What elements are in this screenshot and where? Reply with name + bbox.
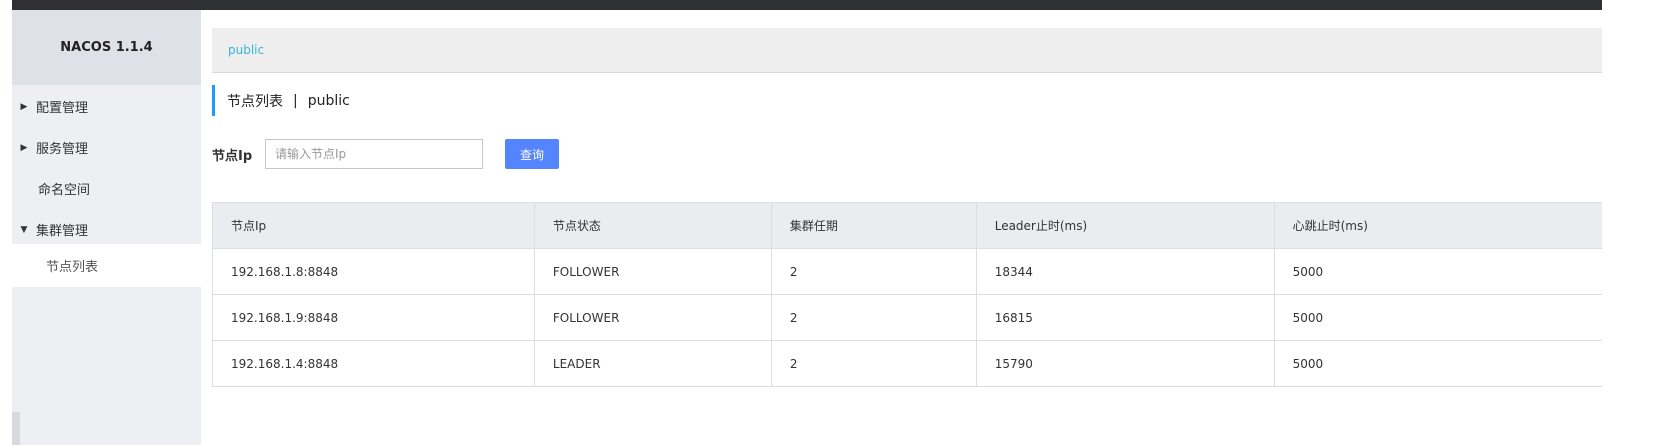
cell-node-ip: 192.168.1.8:8848 (212, 248, 535, 295)
cell-node-state: LEADER (534, 340, 772, 387)
caret-right-icon: ▶ (20, 101, 28, 112)
sidebar-item-label: 服务管理 (36, 142, 89, 157)
node-ip-label: 节点Ip (212, 148, 253, 164)
sidebar: NACOS 1.1.4 ▶ 配置管理 ▶ 服务管理 命名空间 ▼ 集群管理 节点… (12, 10, 201, 445)
table-row: 192.168.1.4:8848 LEADER 2 15790 5000 (212, 340, 1602, 387)
table-row: 192.168.1.9:8848 FOLLOWER 2 16815 5000 (212, 294, 1602, 341)
page-title-namespace: public (307, 92, 350, 109)
brand-logo: NACOS 1.1.4 (12, 10, 201, 85)
column-header-heartbeat-due: 心跳止时(ms) (1274, 202, 1602, 249)
cell-heartbeat-due: 5000 (1274, 294, 1602, 341)
page-title: 节点列表 | public (212, 85, 350, 116)
column-header-leader-due: Leader止时(ms) (976, 202, 1275, 249)
sidebar-collapse-handle[interactable] (12, 412, 20, 445)
column-header-cluster-term: 集群任期 (771, 202, 977, 249)
sidebar-item-config-management[interactable]: ▶ 配置管理 (12, 85, 201, 128)
node-table: 节点Ip 节点状态 集群任期 Leader止时(ms) 心跳止时(ms) 192… (212, 202, 1602, 387)
cell-heartbeat-due: 5000 (1274, 248, 1602, 295)
sidebar-item-label: 命名空间 (38, 183, 91, 198)
sidebar-item-label: 节点列表 (46, 260, 99, 275)
page-title-text: 节点列表 (227, 93, 283, 110)
table-header-row: 节点Ip 节点状态 集群任期 Leader止时(ms) 心跳止时(ms) (212, 202, 1602, 249)
cell-cluster-term: 2 (771, 248, 977, 295)
cell-cluster-term: 2 (771, 294, 977, 341)
cell-node-ip: 192.168.1.4:8848 (212, 340, 535, 387)
column-header-node-state: 节点状态 (534, 202, 772, 249)
main-content: public 节点列表 | public 节点Ip 查询 节点Ip 节点状态 集… (212, 0, 1602, 445)
breadcrumb: public (212, 28, 1602, 73)
sidebar-item-service-management[interactable]: ▶ 服务管理 (12, 126, 201, 169)
cell-node-state: FOLLOWER (534, 294, 772, 341)
sidebar-item-namespace[interactable]: 命名空间 (12, 167, 201, 210)
cell-node-ip: 192.168.1.9:8848 (212, 294, 535, 341)
cell-leader-due: 16815 (976, 294, 1275, 341)
sidebar-item-label: 配置管理 (36, 101, 89, 116)
cell-heartbeat-due: 5000 (1274, 340, 1602, 387)
caret-right-icon: ▶ (20, 142, 28, 153)
table-row: 192.168.1.8:8848 FOLLOWER 2 18344 5000 (212, 248, 1602, 295)
sidebar-item-node-list[interactable]: 节点列表 (12, 244, 201, 287)
sidebar-item-label: 集群管理 (36, 224, 89, 239)
node-ip-input[interactable] (265, 139, 483, 169)
column-header-node-ip: 节点Ip (212, 202, 535, 249)
cell-cluster-term: 2 (771, 340, 977, 387)
cell-node-state: FOLLOWER (534, 248, 772, 295)
query-button[interactable]: 查询 (505, 139, 559, 169)
cell-leader-due: 18344 (976, 248, 1275, 295)
cell-leader-due: 15790 (976, 340, 1275, 387)
breadcrumb-namespace-link[interactable]: public (228, 43, 264, 57)
caret-down-icon: ▼ (20, 224, 28, 235)
title-separator: | (293, 92, 298, 109)
search-form: 节点Ip 查询 (212, 139, 559, 169)
